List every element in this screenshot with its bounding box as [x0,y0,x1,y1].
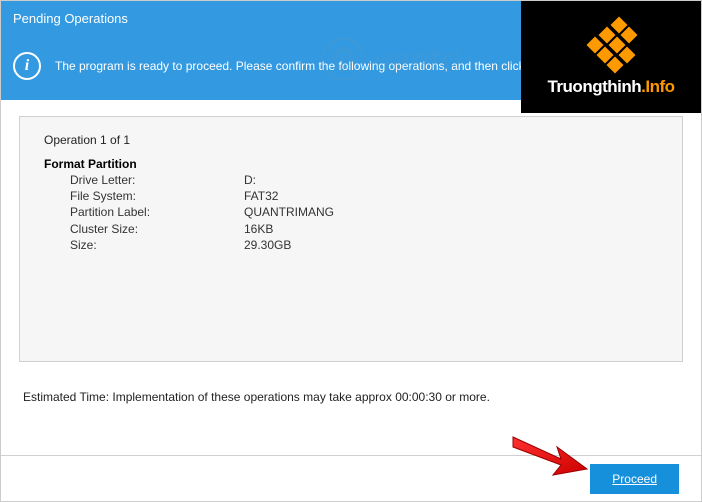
detail-label: Partition Label: [70,204,244,220]
info-icon: i [13,52,41,80]
detail-row-drive-letter: Drive Letter: D: [70,172,658,188]
proceed-button[interactable]: Proceed [590,464,679,494]
detail-value: D: [244,172,658,188]
detail-row-partition-label: Partition Label: QUANTRIMANG [70,204,658,220]
detail-row-cluster-size: Cluster Size: 16KB [70,221,658,237]
detail-label: Drive Letter: [70,172,244,188]
detail-value: 29.30GB [244,237,658,253]
operation-details: Drive Letter: D: File System: FAT32 Part… [44,172,658,253]
watermark-overlay: Truongthinh.Info [521,1,701,113]
info-banner-text: The program is ready to proceed. Please … [55,59,525,73]
detail-label: Cluster Size: [70,221,244,237]
detail-value: QUANTRIMANG [244,204,658,220]
dialog-footer: Proceed [1,455,701,501]
estimated-time-text: Estimated Time: Implementation of these … [19,390,683,404]
operation-title: Format Partition [44,157,658,171]
annotation-arrow-icon [511,433,589,479]
watermark-logo-icon [583,17,639,73]
operation-panel: Operation 1 of 1 Format Partition Drive … [19,116,683,362]
window-title: Pending Operations [13,11,128,26]
detail-label: File System: [70,188,244,204]
detail-row-size: Size: 29.30GB [70,237,658,253]
content-area: Operation 1 of 1 Format Partition Drive … [1,100,701,412]
watermark-text: Truongthinh.Info [547,77,674,97]
detail-value: 16KB [244,221,658,237]
detail-label: Size: [70,237,244,253]
detail-row-file-system: File System: FAT32 [70,188,658,204]
detail-value: FAT32 [244,188,658,204]
operation-counter: Operation 1 of 1 [44,133,658,147]
